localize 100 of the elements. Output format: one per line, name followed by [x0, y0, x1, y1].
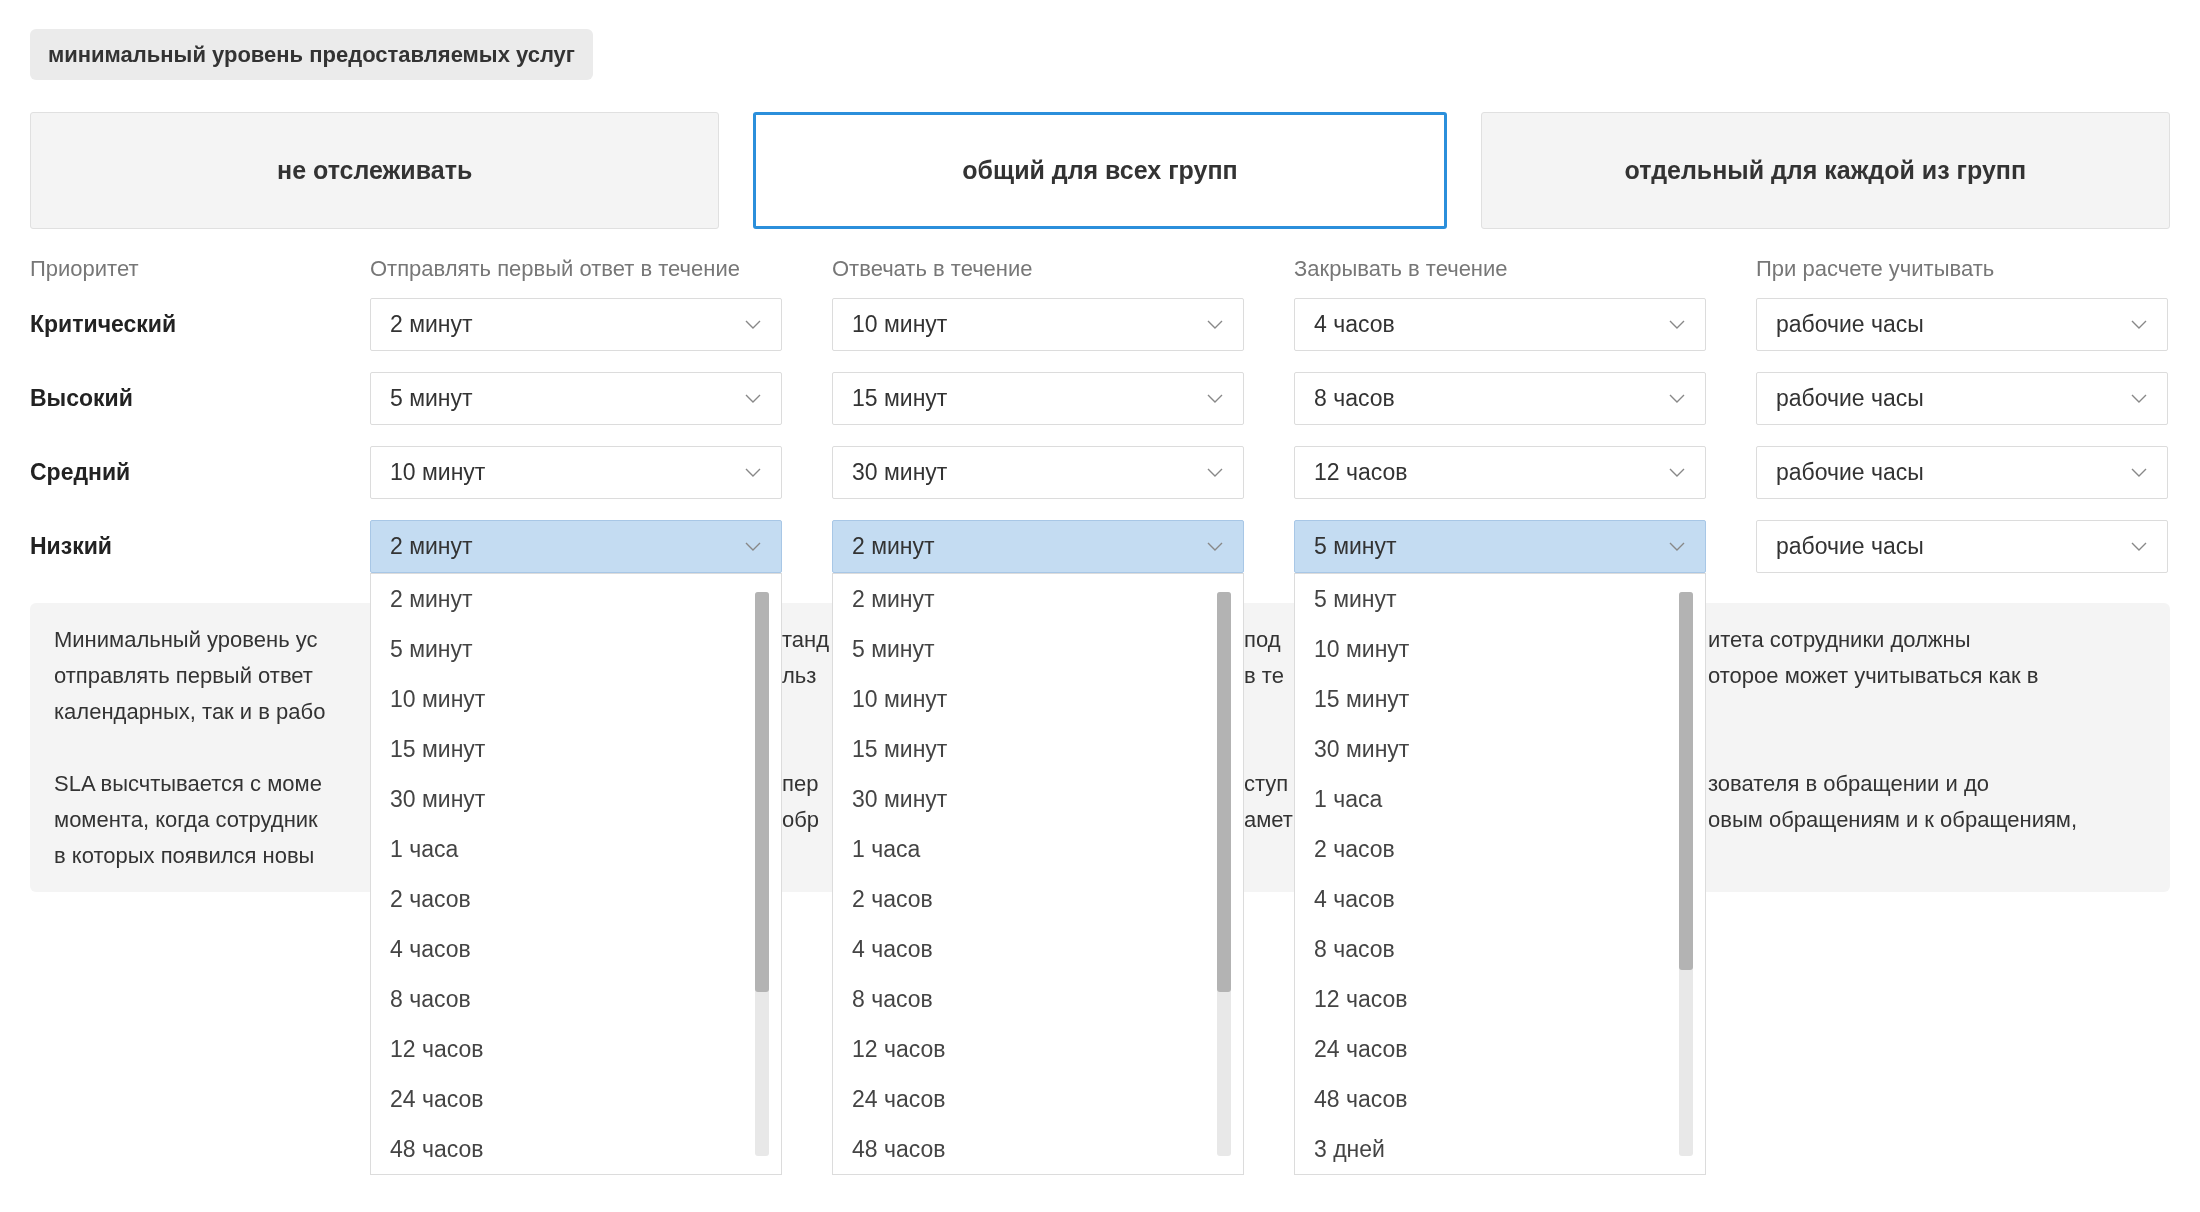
dropdown-option[interactable]: 1 часа: [371, 824, 755, 874]
select-field[interactable]: 4 часов: [1294, 298, 1706, 351]
select-field[interactable]: рабочие часы: [1756, 446, 2168, 499]
chevron-down-icon: [2131, 542, 2147, 551]
info-text: SLA высчтывается с моме: [54, 770, 323, 798]
info-text: в которых появился новы: [54, 842, 316, 870]
dropdown-option[interactable]: 12 часов: [371, 1024, 755, 1074]
dropdown-option[interactable]: 12 часов: [1295, 974, 1679, 1024]
chevron-down-icon: [1669, 320, 1685, 329]
dropdown-option[interactable]: 4 часов: [833, 924, 1217, 974]
column-header: Отправлять первый ответ в течение: [370, 255, 741, 283]
info-text: под: [1244, 626, 1282, 654]
dropdown-option[interactable]: 10 минут: [1295, 624, 1679, 674]
info-text: отправлять первый ответ: [54, 662, 314, 690]
info-text: итета сотрудники должны: [1708, 626, 1972, 654]
dropdown-option[interactable]: 4 часов: [371, 924, 755, 974]
dropdown-option[interactable]: 3 дней: [1295, 1124, 1679, 1174]
mode-option[interactable]: не отслеживать: [30, 112, 720, 229]
chevron-down-icon: [1207, 394, 1223, 403]
dropdown-option[interactable]: 5 минут: [371, 624, 755, 674]
select-field[interactable]: 5 минут: [1294, 520, 1706, 573]
column-header: При расчете учитывать: [1756, 255, 1996, 283]
dropdown-option[interactable]: 8 часов: [833, 974, 1217, 1024]
dropdown-option[interactable]: 48 часов: [833, 1124, 1217, 1174]
info-text: оторое может учитываться как в: [1708, 662, 2040, 690]
chevron-down-icon: [745, 468, 761, 477]
dropdown-option[interactable]: 15 минут: [833, 724, 1217, 774]
select-field[interactable]: 10 минут: [832, 298, 1244, 351]
select-field[interactable]: 15 минут: [832, 372, 1244, 425]
priority-label: Низкий: [30, 532, 113, 562]
dropdown-option[interactable]: 30 минут: [371, 774, 755, 824]
dropdown-option[interactable]: 10 минут: [371, 674, 755, 724]
dropdown-option[interactable]: 8 часов: [1295, 924, 1679, 974]
chevron-down-icon: [1669, 394, 1685, 403]
dropdown-option[interactable]: 8 часов: [371, 974, 755, 1024]
priority-label: Средний: [30, 458, 132, 488]
column-header: Приоритет: [30, 255, 140, 283]
chevron-down-icon: [745, 394, 761, 403]
info-text: в те: [1244, 662, 1285, 690]
dropdown-option[interactable]: 30 минут: [833, 774, 1217, 824]
scrollbar-thumb[interactable]: [755, 592, 769, 992]
dropdown-option[interactable]: 15 минут: [371, 724, 755, 774]
select-field[interactable]: 5 минут: [370, 372, 782, 425]
scrollbar-thumb[interactable]: [1679, 592, 1693, 970]
info-text: амет: [1244, 806, 1294, 834]
select-field[interactable]: 2 минут: [832, 520, 1244, 573]
dropdown-option[interactable]: 48 часов: [371, 1124, 755, 1174]
dropdown-option[interactable]: 30 минут: [1295, 724, 1679, 774]
priority-label: Высокий: [30, 384, 134, 414]
select-field[interactable]: 8 часов: [1294, 372, 1706, 425]
chevron-down-icon: [1669, 468, 1685, 477]
select-field[interactable]: 2 минут: [370, 298, 782, 351]
chevron-down-icon: [2131, 394, 2147, 403]
dropdown-option[interactable]: 12 часов: [833, 1024, 1217, 1074]
info-text: обр: [782, 806, 821, 834]
dropdown-option[interactable]: 2 минут: [833, 574, 1217, 624]
chevron-down-icon: [1207, 468, 1223, 477]
dropdown-option[interactable]: 48 часов: [1295, 1074, 1679, 1124]
dropdown-option[interactable]: 15 минут: [1295, 674, 1679, 724]
info-text: Минимальный уровень ус: [54, 626, 319, 654]
select-field[interactable]: рабочие часы: [1756, 520, 2168, 573]
chevron-down-icon: [1207, 542, 1223, 551]
info-text: овым обращениям и к обращениям,: [1708, 806, 2079, 834]
mode-option[interactable]: общий для всех групп: [753, 112, 1447, 229]
info-text: ступ: [1244, 770, 1290, 798]
dropdown-option[interactable]: 24 часов: [833, 1074, 1217, 1124]
priority-label: Критический: [30, 310, 178, 340]
dropdown-option[interactable]: 5 минут: [1295, 574, 1679, 624]
dropdown-option[interactable]: 5 минут: [833, 624, 1217, 674]
dropdown-option[interactable]: 10 минут: [833, 674, 1217, 724]
mode-option[interactable]: отдельный для каждой из групп: [1480, 112, 2170, 229]
column-header: Отвечать в течение: [832, 255, 1034, 283]
chevron-down-icon: [1207, 320, 1223, 329]
select-field[interactable]: рабочие часы: [1756, 372, 2168, 425]
info-text: зователя в обращении и до: [1708, 770, 1990, 798]
select-field[interactable]: 10 минут: [370, 446, 782, 499]
dropdown-option[interactable]: 2 часов: [1295, 824, 1679, 874]
dropdown-option[interactable]: 2 минут: [371, 574, 755, 624]
chevron-down-icon: [745, 542, 761, 551]
dropdown-option[interactable]: 24 часов: [1295, 1024, 1679, 1074]
chevron-down-icon: [1669, 542, 1685, 551]
info-text: пер: [782, 770, 820, 798]
select-field[interactable]: 30 минут: [832, 446, 1244, 499]
chevron-down-icon: [2131, 468, 2147, 477]
scrollbar-thumb[interactable]: [1217, 592, 1231, 992]
select-field[interactable]: 12 часов: [1294, 446, 1706, 499]
select-field[interactable]: рабочие часы: [1756, 298, 2168, 351]
dropdown-option[interactable]: 1 часа: [833, 824, 1217, 874]
chevron-down-icon: [745, 320, 761, 329]
info-text: момента, когда сотрудник: [54, 806, 319, 834]
dropdown-option[interactable]: 1 часа: [1295, 774, 1679, 824]
column-header: Закрывать в течение: [1294, 255, 1509, 283]
dropdown-option[interactable]: 24 часов: [371, 1074, 755, 1124]
dropdown-option[interactable]: 2 часов: [371, 874, 755, 924]
dropdown-option[interactable]: 4 часов: [1295, 874, 1679, 924]
chevron-down-icon: [2131, 320, 2147, 329]
dropdown-option[interactable]: 2 часов: [833, 874, 1217, 924]
select-field[interactable]: 2 минут: [370, 520, 782, 573]
info-text: танд: [782, 626, 831, 654]
info-text: календарных, так и в рабо: [54, 698, 327, 726]
